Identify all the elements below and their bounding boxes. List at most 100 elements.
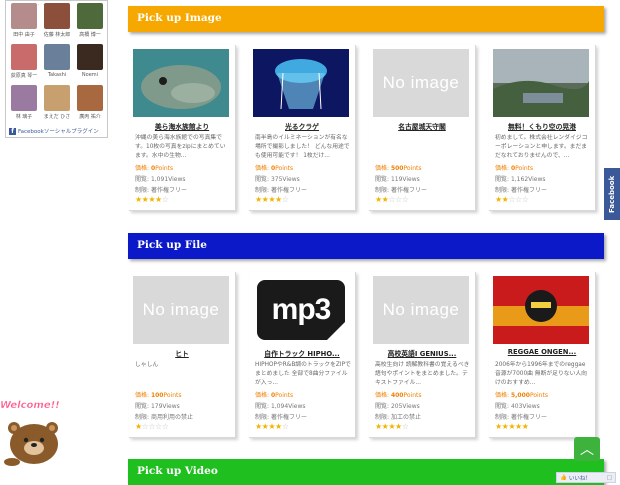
item-description: HIPHOPやR&B調のトラックをZIPでまとめました 全部で8曲分ファイルが入… [255,362,351,386]
section-header-image: Pick up Image [128,6,604,32]
rating-star-icon: ★ [135,195,142,204]
reggae-photo [493,276,589,344]
fb-friend[interactable]: 高橋 博一 [75,3,105,44]
item-description: 初めまして。株式会社レンダイジコーポレーションと申します。まだまだなれておりませ… [495,135,588,159]
facebook-like-button[interactable]: 👍 いいね！ □ [556,472,616,483]
item-title-link[interactable]: 美ら海水族館より [129,121,235,131]
item-title-link[interactable]: 自作トラック HIPHO... [249,348,355,358]
fb-footer-label: Facebookソーシャルプラグイン [18,129,99,135]
no-image-placeholder: No image [373,276,469,344]
fish-photo [133,49,229,117]
avatar[interactable] [11,3,37,29]
no-image-placeholder: No image [373,49,469,117]
fb-friend-name: 高橋 博一 [79,32,101,38]
fb-friend[interactable]: 林 璃子 [9,85,39,126]
item-card[interactable]: mp3 自作トラック HIPHO... HIPHOPやR&B調のトラックをZIPでま… [249,272,356,438]
item-thumbnail[interactable]: No image [373,276,469,344]
item-views: 閲覧: 375Views [255,176,300,183]
item-title-link[interactable]: REGGAE ONGEN... [489,348,595,356]
rating-star-icon: ★ [255,422,262,431]
item-views: 閲覧: 403Views [495,403,540,410]
fb-friend[interactable]: まえだ ひさ [42,85,72,126]
item-title-link[interactable]: 名古屋城天守閣 [369,121,475,131]
section-header-video: Pick up Video [128,459,604,485]
item-card[interactable]: No image 名古屋城天守閣 価格: 500Points 閲覧: 119Views… [369,45,476,211]
item-thumbnail[interactable] [133,49,229,117]
item-description: 2006年から1996年までのreggae音源が7000曲 無断が足りない人向け… [495,362,587,386]
item-title-link[interactable]: 高校英語Ⅰ GENIUS... [369,348,475,358]
fb-friend[interactable]: 佐藤 林太郎 [42,3,72,44]
facebook-icon: f [9,127,16,135]
item-title-link[interactable]: ヒト [129,348,235,358]
item-card[interactable]: 光るクラゲ 南半島のイルミネーションが有名な場所で撮影しました！ どんな用途でも使… [249,45,356,211]
welcome-bear-mascot: Welcome!! [0,398,68,468]
fb-friend-name: 林 璃子 [15,114,33,120]
item-card[interactable]: REGGAE ONGEN... 2006年から1996年までのreggae音源が7… [489,272,596,438]
item-description: 高校生向け 読解教科書の覚えるべき語句やポイントをまとめました。テキストファイル… [375,362,470,386]
fb-friend[interactable]: 廣丙 祐介 [75,85,105,126]
avatar[interactable] [77,44,103,70]
item-thumbnail[interactable] [493,49,589,117]
item-price: 価格: 0Points [255,165,294,172]
chevron-up-icon: ︿ [580,442,594,458]
item-price: 価格: 0Points [135,165,174,172]
item-card[interactable]: No image 高校英語Ⅰ GENIUS... 高校生向け 読解教科書の覚えるべき… [369,272,476,438]
avatar[interactable] [11,44,37,70]
item-restriction: 制限: 加工の禁止 [375,414,421,421]
avatar[interactable] [44,85,70,111]
rating-star-icon: ★ [275,422,282,431]
avatar[interactable] [44,3,70,29]
rating-star-icon: ☆ [401,195,409,204]
item-views: 閲覧: 205Views [375,403,420,410]
item-rating: ★★☆☆☆ [495,195,529,204]
rating-star-icon: ☆ [148,422,156,431]
fb-friend-grid: 田中 由子 佐藤 林太郎 高橋 博一荻原真 琴一 Takashi Noemi 林 璃子 まえ… [9,3,106,126]
item-rating: ★★★★☆ [375,422,409,431]
item-restriction: 制限: 商用利用の禁止 [135,414,193,421]
item-title-link[interactable]: 光るクラゲ [249,121,355,131]
fb-social-plugin-link[interactable]: f Facebookソーシャルプラグイン [9,127,99,135]
fb-friend[interactable]: Takashi [42,44,72,85]
item-card[interactable]: 美ら海水族館より 沖縄の美ら海水族館での写真集です。10枚の写真をzipにまとめて… [129,45,236,211]
fb-friend-name: 荻原真 琴一 [10,73,38,79]
rating-star-icon: ☆ [401,422,409,431]
item-thumbnail[interactable]: mp3 [253,276,349,344]
scroll-to-top-button[interactable]: ︿ [574,437,600,461]
item-views: 閲覧: 119Views [375,176,420,183]
item-price: 価格: 100Points [135,392,182,399]
item-rating: ★★★★☆ [135,195,169,204]
facebook-side-tab[interactable]: Facebook [604,168,620,220]
fb-friend[interactable]: 田中 由子 [9,3,39,44]
item-restriction: 制限: 著作権フリー [255,187,307,194]
close-icon[interactable]: □ [607,475,612,481]
item-thumbnail[interactable] [493,276,589,344]
item-price: 価格: 0Points [495,165,534,172]
fb-friend-name: Noemi [81,72,99,78]
item-thumbnail[interactable]: No image [133,276,229,344]
like-label: いいね！ [568,475,591,482]
item-thumbnail[interactable] [253,49,349,117]
item-rating: ★☆☆☆☆ [135,422,169,431]
item-thumbnail[interactable]: No image [373,49,469,117]
thumbs-up-icon: 👍 [560,474,567,481]
item-title-link[interactable]: 無料！くもり空の晃港 [489,121,595,131]
section-header-file: Pick up File [128,233,604,259]
facebook-like-box: ... ... ... ... 田中 由子佐藤 林太郎高橋 博一荻原真 琴一Ta… [5,0,108,138]
avatar[interactable] [77,85,103,111]
rating-star-icon: ☆ [521,195,529,204]
item-restriction: 制限: 著作権フリー [255,414,307,421]
avatar[interactable] [77,3,103,29]
rating-star-icon: ★ [148,195,156,204]
rating-star-icon: ☆ [155,422,162,431]
rating-star-icon: ★ [275,195,282,204]
section-title: Pick up Video [137,465,218,477]
avatar[interactable] [44,44,70,70]
item-card[interactable]: 無料！くもり空の晃港初めまして。株式会社レンダイジコーポレーションと申します。ま… [489,45,596,211]
item-views: 閲覧: 1,162Views [495,176,546,183]
avatar[interactable] [11,85,37,111]
rating-star-icon: ★ [375,422,382,431]
fb-friend[interactable]: Noemi [75,44,105,85]
item-card[interactable]: No image ヒト しゃしん 価格: 100Points 閲覧: 179Views 制… [129,272,236,438]
fb-friend[interactable]: 荻原真 琴一 [9,44,39,85]
rating-star-icon: ★ [375,195,382,204]
